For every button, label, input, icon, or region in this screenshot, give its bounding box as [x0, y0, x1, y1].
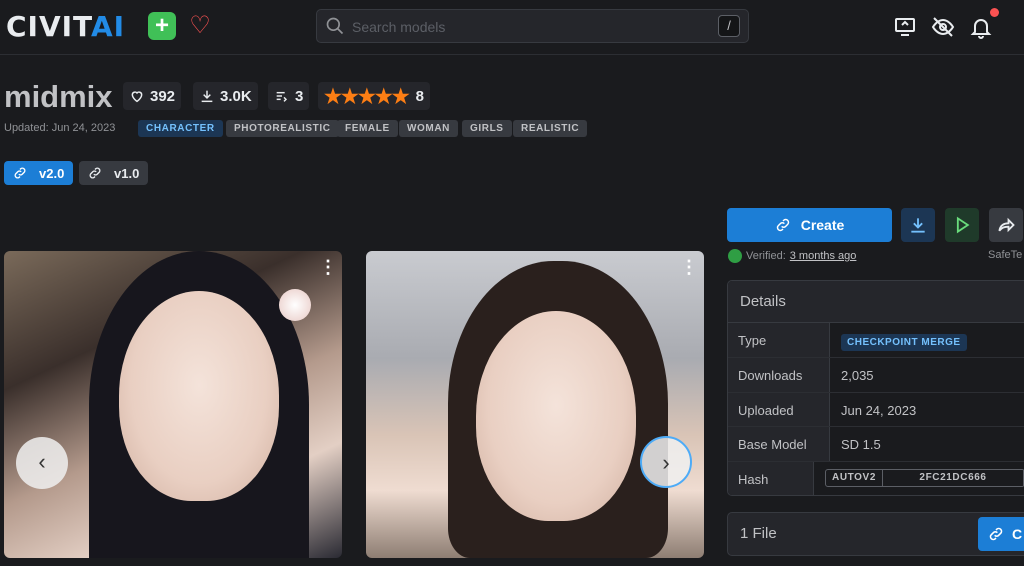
download-count: 3.0K: [193, 82, 258, 110]
share-button[interactable]: [989, 208, 1023, 242]
star-rating-icon: ★★★★★: [324, 85, 410, 108]
image-face-shape: [119, 291, 279, 501]
model-title: midmix: [4, 79, 113, 114]
details-row-base-model: Base Model SD 1.5: [728, 427, 1024, 463]
details-row-uploaded: Uploaded Jun 24, 2023: [728, 392, 1024, 428]
tag-realistic[interactable]: REALISTIC: [513, 120, 588, 137]
versions-count: 3: [268, 82, 310, 110]
tag-female[interactable]: FEMALE: [337, 120, 398, 137]
like-count[interactable]: 392: [123, 82, 182, 110]
safetensor-label: SafeTe: [988, 249, 1023, 261]
play-icon: [956, 216, 970, 234]
hash-selector[interactable]: AUTOV2 2FC21DC666: [825, 469, 1024, 488]
version-tab-v2[interactable]: v2.0: [4, 161, 74, 185]
details-heading[interactable]: Details: [728, 281, 1024, 323]
tag-woman[interactable]: WOMAN: [399, 120, 458, 137]
gallery-prev-button[interactable]: ‹: [16, 437, 68, 489]
image-face-shape: [476, 311, 636, 521]
more-options-icon[interactable]: ⋮: [319, 257, 337, 278]
details-row-downloads: Downloads 2,035: [728, 357, 1024, 393]
hair-flower-ornament: [279, 289, 311, 321]
liked-models-heart-icon[interactable]: ♡: [186, 12, 214, 40]
heart-icon: [131, 91, 143, 103]
tag-girls[interactable]: GIRLS: [462, 120, 512, 137]
details-row-hash: Hash AUTOV2 2FC21DC666: [728, 462, 1024, 495]
more-options-icon[interactable]: ⋮: [680, 257, 698, 278]
verified-time-link[interactable]: 3 months ago: [790, 250, 857, 262]
hash-value[interactable]: 2FC21DC666: [883, 470, 1024, 487]
notification-bell-icon[interactable]: [969, 15, 993, 39]
tag-photorealistic[interactable]: PHOTOREALISTIC: [226, 120, 339, 137]
search-shortcut-key: /: [718, 15, 740, 37]
search-icon: [326, 17, 344, 35]
search-input[interactable]: Search models: [352, 19, 445, 35]
type-badge: CHECKPOINT MERGE: [841, 334, 967, 351]
gallery-image-2[interactable]: ⋮: [366, 251, 704, 558]
download-button[interactable]: [901, 208, 935, 242]
download-icon: [201, 90, 213, 103]
monitor-upload-icon[interactable]: [893, 15, 917, 39]
run-button[interactable]: [945, 208, 979, 242]
link-icon: [989, 527, 1003, 541]
details-panel: Details Type CHECKPOINT MERGE Downloads …: [727, 280, 1024, 496]
share-icon: [998, 217, 1015, 233]
eye-off-icon[interactable]: [931, 15, 955, 39]
files-heading[interactable]: 1 File: [740, 525, 777, 542]
top-navbar: CIVITAI + ♡ Search models /: [0, 0, 1024, 55]
notification-dot: [990, 8, 999, 17]
create-button[interactable]: Create: [727, 208, 892, 242]
brush-icon: [776, 218, 789, 232]
verified-check-icon: [728, 249, 742, 263]
files-create-button[interactable]: C: [978, 517, 1024, 551]
tag-character[interactable]: CHARACTER: [138, 120, 223, 137]
details-row-type: Type CHECKPOINT MERGE: [728, 323, 1024, 358]
link-icon: [89, 167, 101, 179]
updated-date: Updated: Jun 24, 2023: [4, 122, 116, 134]
version-tab-v1[interactable]: v1.0: [79, 161, 149, 185]
rating[interactable]: ★★★★★ 8: [318, 82, 430, 110]
verified-status: Verified: 3 months ago: [728, 249, 856, 263]
download-icon: [911, 218, 925, 233]
civitai-logo[interactable]: CIVITAI: [6, 10, 125, 43]
files-panel: 1 File C: [727, 512, 1024, 556]
gallery-image-1[interactable]: ⋮: [4, 251, 342, 558]
create-plus-button[interactable]: +: [148, 12, 176, 40]
search-bar[interactable]: Search models /: [316, 9, 749, 43]
playlist-icon: [276, 91, 288, 102]
link-icon: [14, 167, 26, 179]
hash-type[interactable]: AUTOV2: [826, 470, 883, 487]
gallery-next-button[interactable]: ›: [640, 436, 692, 488]
